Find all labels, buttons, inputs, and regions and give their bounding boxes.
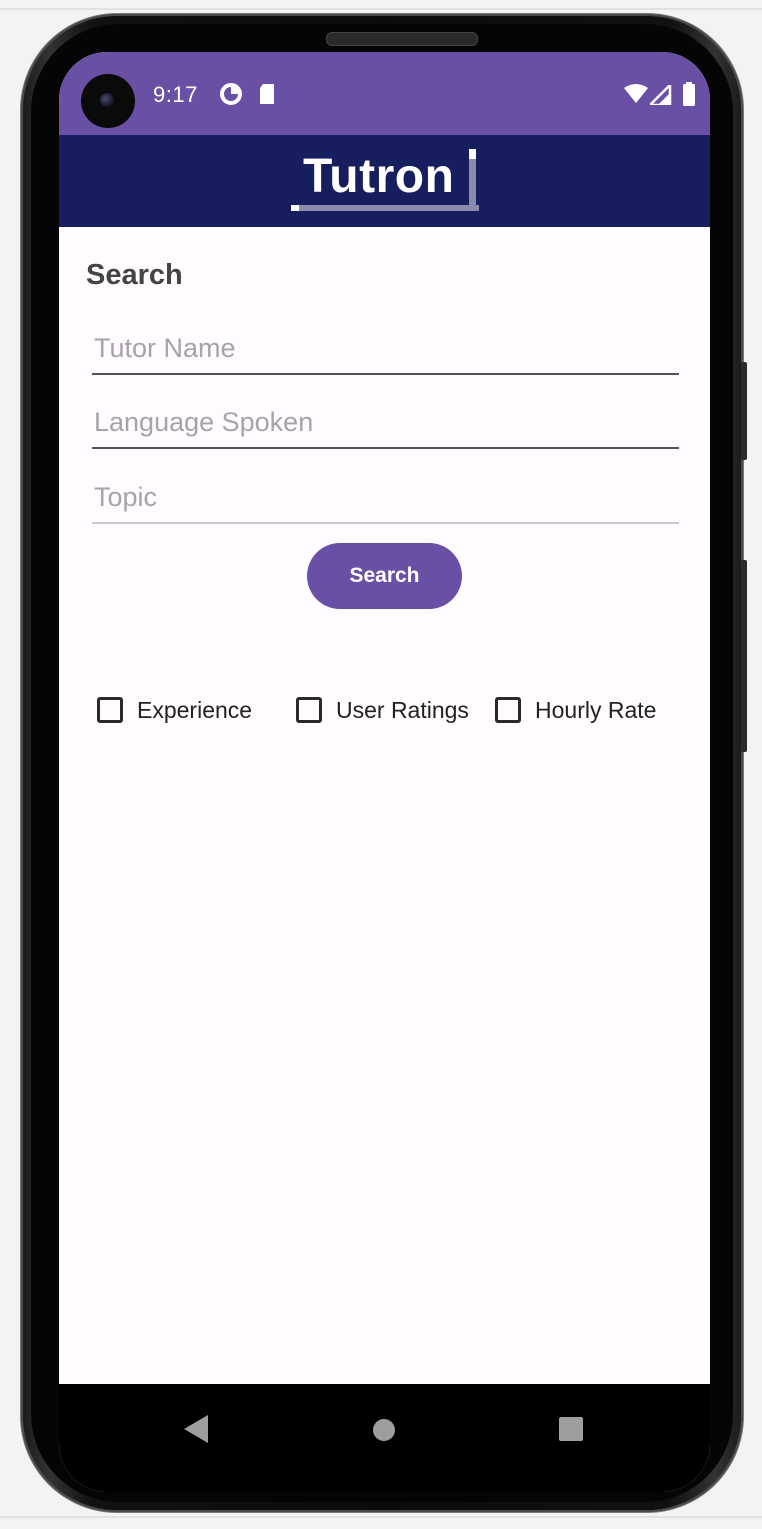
signal-icon: [650, 85, 672, 105]
logo-underline-accent: [291, 205, 299, 211]
user-ratings-label: User Ratings: [336, 696, 469, 723]
search-button[interactable]: Search: [307, 543, 462, 609]
home-icon[interactable]: [373, 1419, 395, 1441]
app-bar: Tutron: [59, 135, 710, 227]
language-spoken-input[interactable]: [92, 397, 679, 449]
camera-icon: [81, 74, 135, 128]
section-title: Search: [86, 259, 183, 291]
tutor-name-input[interactable]: [92, 323, 679, 375]
status-time: 9:17: [153, 82, 198, 107]
status-bar: 9:17: [59, 52, 710, 135]
experience-filter[interactable]: Experience: [97, 693, 252, 727]
back-icon[interactable]: [184, 1415, 208, 1443]
app-logo: Tutron: [291, 149, 479, 213]
data-saver-icon: [220, 83, 242, 105]
bottom-divider: [0, 1516, 762, 1518]
top-divider: [0, 8, 762, 10]
experience-label: Experience: [137, 696, 253, 723]
wifi-icon: [624, 84, 648, 103]
logo-text: Tutron: [303, 150, 455, 203]
screen: 9:17 Tutron Search Tutor Name Language S…: [59, 52, 710, 1492]
logo-underline: [297, 205, 479, 211]
hourly-rate-filter[interactable]: Hourly Rate: [495, 693, 656, 727]
recents-icon[interactable]: [559, 1417, 583, 1441]
filter-checkboxes: Experience User Ratings Hourly Rate: [97, 693, 697, 727]
battery-icon: [683, 82, 695, 106]
hourly-rate-label: Hourly Rate: [535, 696, 657, 723]
topic-input[interactable]: [92, 472, 679, 524]
logo-side-accent: [469, 149, 476, 159]
volume-button: [741, 362, 747, 460]
search-content: Search Search Experience User Ratings Ho…: [59, 227, 710, 1384]
user-ratings-filter[interactable]: User Ratings: [296, 693, 469, 727]
sd-card-icon: [260, 84, 274, 104]
navigation-bar: [59, 1384, 710, 1492]
user-ratings-checkbox[interactable]: [296, 697, 322, 723]
hourly-rate-checkbox[interactable]: [495, 697, 521, 723]
experience-checkbox[interactable]: [97, 697, 123, 723]
power-button: [741, 560, 747, 752]
earpiece-speaker: [326, 32, 478, 46]
